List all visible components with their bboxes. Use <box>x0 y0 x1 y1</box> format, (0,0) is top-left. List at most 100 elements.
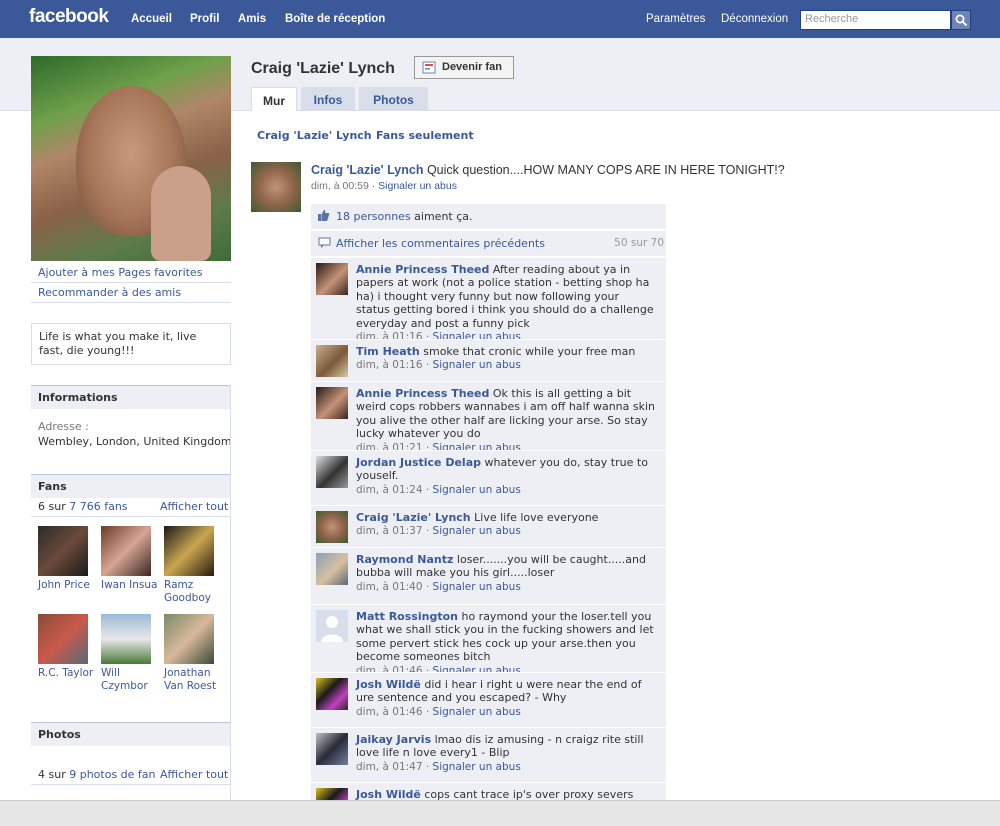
fan-name[interactable]: Will Czymbor <box>101 667 161 693</box>
fan-name[interactable]: John Price <box>38 579 98 592</box>
comment-avatar[interactable] <box>316 456 348 488</box>
comment-author[interactable]: Josh Wildë <box>356 788 421 800</box>
top-bar: facebook Accueil Profil Amis Boîte de ré… <box>0 0 1000 38</box>
comment-avatar[interactable] <box>316 733 348 765</box>
bio-box: Life is what you make it, live fast, die… <box>31 323 231 365</box>
fans-see-all-link[interactable]: Afficher tout <box>160 500 228 513</box>
profile-picture[interactable] <box>31 56 231 261</box>
divider <box>31 516 231 517</box>
comment-avatar[interactable] <box>316 553 348 585</box>
post-meta: dim, à 00:59 · Signaler un abus <box>311 180 457 192</box>
fan-page-icon <box>422 61 436 74</box>
nav-inbox[interactable]: Boîte de réception <box>285 13 385 25</box>
comment-meta: dim, à 01:40 · Signaler un abus <box>356 580 521 593</box>
comment-avatar-default[interactable] <box>316 610 348 642</box>
comment-time: dim, à 01:37 <box>356 525 423 538</box>
fan-name[interactable]: Iwan Insua <box>101 579 161 592</box>
nav-profile[interactable]: Profil <box>190 13 219 25</box>
become-fan-button[interactable]: Devenir fan <box>414 56 514 79</box>
comment-author[interactable]: Matt Rossington <box>356 610 458 623</box>
likes-text: aiment ça. <box>414 210 473 223</box>
comment-time: dim, à 01:40 <box>356 580 423 593</box>
comment-avatar[interactable] <box>316 511 348 543</box>
comment-report-link[interactable]: Signaler un abus <box>433 581 521 593</box>
tab-wall[interactable]: Mur <box>251 87 297 111</box>
fan-item[interactable]: Iwan Insua <box>101 526 161 592</box>
comments-count: 50 sur 70 <box>614 237 664 249</box>
fan-item[interactable]: John Price <box>38 526 98 592</box>
fans-header: Fans <box>31 474 231 498</box>
comment-meta: dim, à 01:46 · Signaler un abus <box>356 705 521 718</box>
comment-avatar[interactable] <box>316 263 348 295</box>
post-author-avatar[interactable] <box>251 162 301 212</box>
likes-people-link[interactable]: 18 personnes <box>336 210 411 223</box>
nav-home[interactable]: Accueil <box>131 13 172 25</box>
comment-avatar[interactable] <box>316 387 348 419</box>
comment-author[interactable]: Annie Princess Theed <box>356 387 489 400</box>
fan-avatar[interactable] <box>38 614 88 664</box>
left-column-border <box>230 385 231 805</box>
fan-name[interactable]: Ramz Goodboy <box>164 579 224 605</box>
fan-item[interactable]: Jonathan Van Roest <box>164 614 224 693</box>
comment-report-link[interactable]: Signaler un abus <box>433 359 521 371</box>
fan-avatar[interactable] <box>164 526 214 576</box>
comment-report-link[interactable]: Signaler un abus <box>433 706 521 718</box>
comment-author[interactable]: Craig 'Lazie' Lynch <box>356 511 471 524</box>
comment-author[interactable]: Jordan Justice Delap <box>356 456 481 469</box>
thumbs-up-icon <box>318 210 330 221</box>
comment-item: Craig 'Lazie' Lynch Live life love every… <box>311 505 666 547</box>
fan-avatar[interactable] <box>38 526 88 576</box>
comment-report-link[interactable]: Signaler un abus <box>433 525 521 537</box>
fans-count-link[interactable]: 7 766 fans <box>69 500 127 513</box>
fan-item[interactable]: Ramz Goodboy <box>164 526 224 605</box>
tab-photos[interactable]: Photos <box>359 87 428 111</box>
nav-logout[interactable]: Déconnexion <box>721 13 788 25</box>
photos-count-prefix: 4 sur <box>38 768 66 781</box>
comment-report-link[interactable]: Signaler un abus <box>433 761 521 773</box>
fan-name[interactable]: Jonathan Van Roest <box>164 667 224 693</box>
page-title: Craig 'Lazie' Lynch <box>251 60 395 77</box>
comment-author[interactable]: Tim Heath <box>356 345 420 358</box>
post-time: dim, à 00:59 <box>311 180 369 192</box>
search-input[interactable]: Recherche <box>800 10 951 30</box>
show-previous-comments-link[interactable]: Afficher les commentaires précédents <box>336 237 545 250</box>
comment-avatar[interactable] <box>316 345 348 377</box>
recommend-link[interactable]: Recommander à des amis <box>38 286 181 299</box>
nav-settings[interactable]: Paramètres <box>646 13 705 25</box>
fan-avatar[interactable] <box>164 614 214 664</box>
comment-author[interactable]: Annie Princess Theed <box>356 263 489 276</box>
comment-item: Jaikay Jarvis lmao dis iz amusing - n cr… <box>311 727 666 782</box>
fan-item[interactable]: Will Czymbor <box>101 614 161 693</box>
comment-author[interactable]: Raymond Nantz <box>356 553 453 566</box>
fans-count-prefix: 6 sur <box>38 500 66 513</box>
post-author-name[interactable]: Craig 'Lazie' Lynch <box>311 163 423 177</box>
fan-avatar[interactable] <box>101 614 151 664</box>
address-label: Adresse : <box>38 420 89 433</box>
comment-author[interactable]: Jaikay Jarvis <box>356 733 431 746</box>
divider <box>31 302 231 303</box>
facebook-logo[interactable]: facebook <box>29 6 109 28</box>
comment-item: Josh Wildë cops cant trace ip's over pro… <box>311 782 666 800</box>
filter-fans-only[interactable]: Fans seulement <box>376 129 474 142</box>
comment-report-link[interactable]: Signaler un abus <box>433 484 521 496</box>
fan-name[interactable]: R.C. Taylor <box>38 667 98 680</box>
post-report-link[interactable]: Signaler un abus <box>378 180 457 192</box>
fan-avatar[interactable] <box>101 526 151 576</box>
comment-bubble-icon <box>318 237 331 248</box>
search-button[interactable] <box>951 10 971 30</box>
photos-count-link[interactable]: 9 photos de fan <box>69 768 155 781</box>
add-favorite-link[interactable]: Ajouter à mes Pages favorites <box>38 266 202 279</box>
comment-author[interactable]: Josh Wildë <box>356 678 421 691</box>
comment-avatar[interactable] <box>316 788 348 800</box>
tab-info[interactable]: Infos <box>301 87 355 111</box>
photos-count: 4 sur 9 photos de fan <box>38 768 156 781</box>
photos-see-all-link[interactable]: Afficher tout <box>160 768 228 781</box>
previous-comments-bar[interactable]: Afficher les commentaires précédents 50 … <box>311 231 666 256</box>
filter-page-posts[interactable]: Craig 'Lazie' Lynch <box>257 129 372 142</box>
comment-text: Live life love everyone <box>474 511 599 524</box>
fan-item[interactable]: R.C. Taylor <box>38 614 98 680</box>
search-icon <box>955 14 968 27</box>
comment-meta: dim, à 01:16 · Signaler un abus <box>356 359 521 372</box>
nav-friends[interactable]: Amis <box>238 13 266 25</box>
comment-avatar[interactable] <box>316 678 348 710</box>
